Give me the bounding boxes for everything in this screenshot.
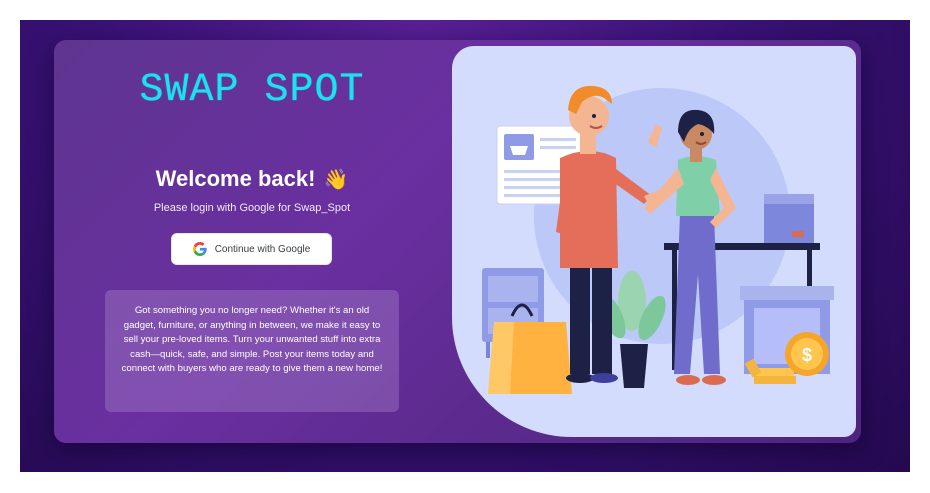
login-panel: SWAP SPOT Welcome back! 👋 Please login wi… <box>54 40 450 443</box>
google-g-icon <box>192 242 207 256</box>
cardboard-box <box>764 194 814 243</box>
brand-logo-text: SWAP SPOT <box>139 68 365 113</box>
waving-hand-icon: 👋 <box>323 169 349 191</box>
page-background: SWAP SPOT Welcome back! 👋 Please login wi… <box>20 20 910 472</box>
welcome-heading: Welcome back! 👋 <box>54 166 450 192</box>
welcome-heading-text: Welcome back! <box>155 166 316 191</box>
login-subtitle: Please login with Google for Swap_Spot <box>153 202 351 214</box>
continue-with-google-button[interactable]: Continue with Google <box>171 233 332 265</box>
hero-illustration: $ <box>452 46 856 437</box>
handshake-illustration: $ <box>482 85 834 394</box>
login-card: SWAP SPOT Welcome back! 👋 Please login wi… <box>54 40 861 443</box>
svg-text:$: $ <box>802 345 812 365</box>
google-button-label: Continue with Google <box>214 243 311 255</box>
info-description: Got something you no longer need? Whethe… <box>105 290 399 412</box>
